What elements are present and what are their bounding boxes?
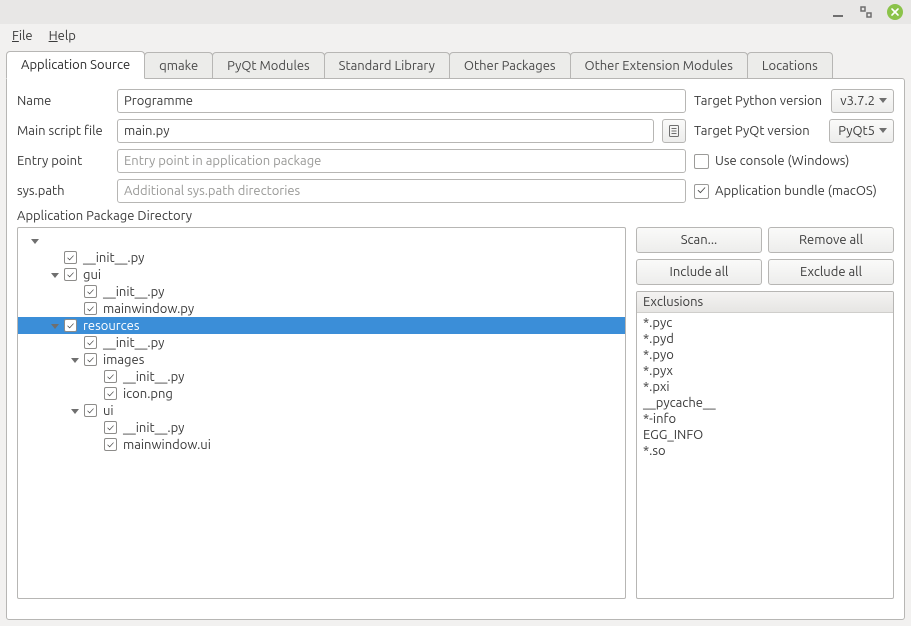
maximize-icon[interactable] <box>859 5 873 19</box>
app-bundle-label: Application bundle (macOS) <box>715 184 894 198</box>
exclusions-list[interactable]: *.pyc*.pyd*.pyo*.pyx*.pxi__pycache__*-in… <box>637 313 893 461</box>
tree-row[interactable]: images <box>18 351 625 368</box>
tree-row[interactable]: __init__.py <box>18 249 625 266</box>
target-python-combo[interactable]: v3.7.2 <box>831 89 894 113</box>
window-titlebar <box>0 0 911 24</box>
exclusion-item[interactable]: *.pyc <box>643 315 887 331</box>
menu-bar: File Help <box>0 24 911 48</box>
tab-qmake[interactable]: qmake <box>144 52 213 79</box>
tree-row[interactable]: __init__.py <box>18 334 625 351</box>
exclusion-item[interactable]: *-info <box>643 411 887 427</box>
tab-other-packages[interactable]: Other Packages <box>449 52 571 79</box>
tree-node-checkbox[interactable] <box>84 353 97 366</box>
target-pyqt-value: PyQt5 <box>838 124 875 138</box>
tab-locations[interactable]: Locations <box>747 52 833 79</box>
tree-node-checkbox[interactable] <box>104 370 117 383</box>
tree-row[interactable]: ui <box>18 402 625 419</box>
target-pyqt-label: Target PyQt version <box>694 124 823 138</box>
exclusion-item[interactable]: EGG_INFO <box>643 427 887 443</box>
tab-pyqt-modules[interactable]: PyQt Modules <box>212 52 325 79</box>
exclusions-header: Exclusions <box>637 292 893 313</box>
sys-path-label: sys.path <box>17 184 109 198</box>
tree-node-label: gui <box>81 268 101 282</box>
exclusion-item[interactable]: __pycache__ <box>643 395 887 411</box>
tree-row[interactable]: icon.png <box>18 385 625 402</box>
tree-expander-icon[interactable] <box>50 321 64 331</box>
sys-path-input[interactable] <box>117 179 686 203</box>
minimize-icon[interactable] <box>831 5 845 19</box>
tree-row[interactable]: __init__.py <box>18 283 625 300</box>
remove-all-button[interactable]: Remove all <box>768 227 894 253</box>
tab-other-extension-modules[interactable]: Other Extension Modules <box>570 52 748 79</box>
tree-node-checkbox[interactable] <box>84 302 97 315</box>
tree-node-label: mainwindow.py <box>101 302 194 316</box>
menu-file[interactable]: File <box>6 27 39 45</box>
file-icon <box>667 124 681 138</box>
tree-expander-icon[interactable] <box>30 236 44 246</box>
name-label: Name <box>17 94 109 108</box>
app-bundle-checkbox[interactable] <box>694 184 709 199</box>
tree-row[interactable]: resources <box>18 317 625 334</box>
exclusion-item[interactable]: *.pxi <box>643 379 887 395</box>
tree-row[interactable]: __init__.py <box>18 419 625 436</box>
target-python-label: Target Python version <box>694 94 825 108</box>
tree-row[interactable]: gui <box>18 266 625 283</box>
exclusion-item[interactable]: *.so <box>643 443 887 459</box>
target-python-value: v3.7.2 <box>840 94 875 108</box>
tree-node-label: __init__.py <box>101 336 164 350</box>
tab-page-application-source: Name Target Python version v3.7.2 Main s… <box>6 78 905 620</box>
chevron-down-icon <box>879 98 887 104</box>
tree-expander-icon[interactable] <box>70 406 84 416</box>
exclusions-box: Exclusions *.pyc*.pyd*.pyo*.pyx*.pxi__py… <box>636 291 894 599</box>
include-all-button[interactable]: Include all <box>636 259 762 285</box>
tree-node-label: __init__.py <box>121 421 184 435</box>
exclude-all-button[interactable]: Exclude all <box>768 259 894 285</box>
tree-node-label: __init__.py <box>101 285 164 299</box>
entry-point-label: Entry point <box>17 154 109 168</box>
tab-standard-library[interactable]: Standard Library <box>324 52 450 79</box>
scan-button[interactable]: Scan... <box>636 227 762 253</box>
tree-node-checkbox[interactable] <box>104 421 117 434</box>
exclusion-item[interactable]: *.pyx <box>643 363 887 379</box>
tree-node-label: images <box>101 353 144 367</box>
package-tree[interactable]: __init__.pygui__init__.pymainwindow.pyre… <box>17 227 626 599</box>
tree-node-label: mainwindow.ui <box>121 438 211 452</box>
tree-node-checkbox[interactable] <box>64 319 77 332</box>
tree-node-checkbox[interactable] <box>104 438 117 451</box>
chevron-down-icon <box>879 128 887 134</box>
target-pyqt-combo[interactable]: PyQt5 <box>829 119 894 143</box>
tree-row[interactable] <box>18 232 625 249</box>
menu-help[interactable]: Help <box>43 27 82 45</box>
name-input[interactable] <box>117 89 686 113</box>
main-script-label: Main script file <box>17 124 109 138</box>
tab-application-source[interactable]: Application Source <box>6 51 145 79</box>
exclusion-item[interactable]: *.pyd <box>643 331 887 347</box>
main-script-input[interactable] <box>117 119 654 143</box>
tree-node-checkbox[interactable] <box>84 336 97 349</box>
tree-node-label: icon.png <box>121 387 173 401</box>
exclusion-item[interactable]: *.pyo <box>643 347 887 363</box>
close-icon[interactable] <box>887 4 903 20</box>
tree-node-label: resources <box>81 319 140 333</box>
tree-node-label: __init__.py <box>81 251 144 265</box>
tree-row[interactable]: __init__.py <box>18 368 625 385</box>
package-side-panel: Scan... Remove all Include all Exclude a… <box>636 227 894 599</box>
tree-node-checkbox[interactable] <box>84 285 97 298</box>
tree-row[interactable]: mainwindow.py <box>18 300 625 317</box>
browse-main-script-button[interactable] <box>662 119 686 143</box>
tree-node-checkbox[interactable] <box>64 268 77 281</box>
tree-node-label: __init__.py <box>121 370 184 384</box>
tree-node-label: ui <box>101 404 114 418</box>
tree-expander-icon[interactable] <box>50 270 64 280</box>
entry-point-input[interactable] <box>117 149 686 173</box>
tree-row[interactable]: mainwindow.ui <box>18 436 625 453</box>
tree-node-checkbox[interactable] <box>104 387 117 400</box>
use-console-checkbox[interactable] <box>694 154 709 169</box>
tab-strip: Application SourceqmakePyQt ModulesStand… <box>0 48 911 78</box>
use-console-label: Use console (Windows) <box>715 154 894 168</box>
tree-node-checkbox[interactable] <box>84 404 97 417</box>
package-directory-label: Application Package Directory <box>17 209 894 223</box>
tree-expander-icon[interactable] <box>70 355 84 365</box>
tree-node-checkbox[interactable] <box>64 251 77 264</box>
